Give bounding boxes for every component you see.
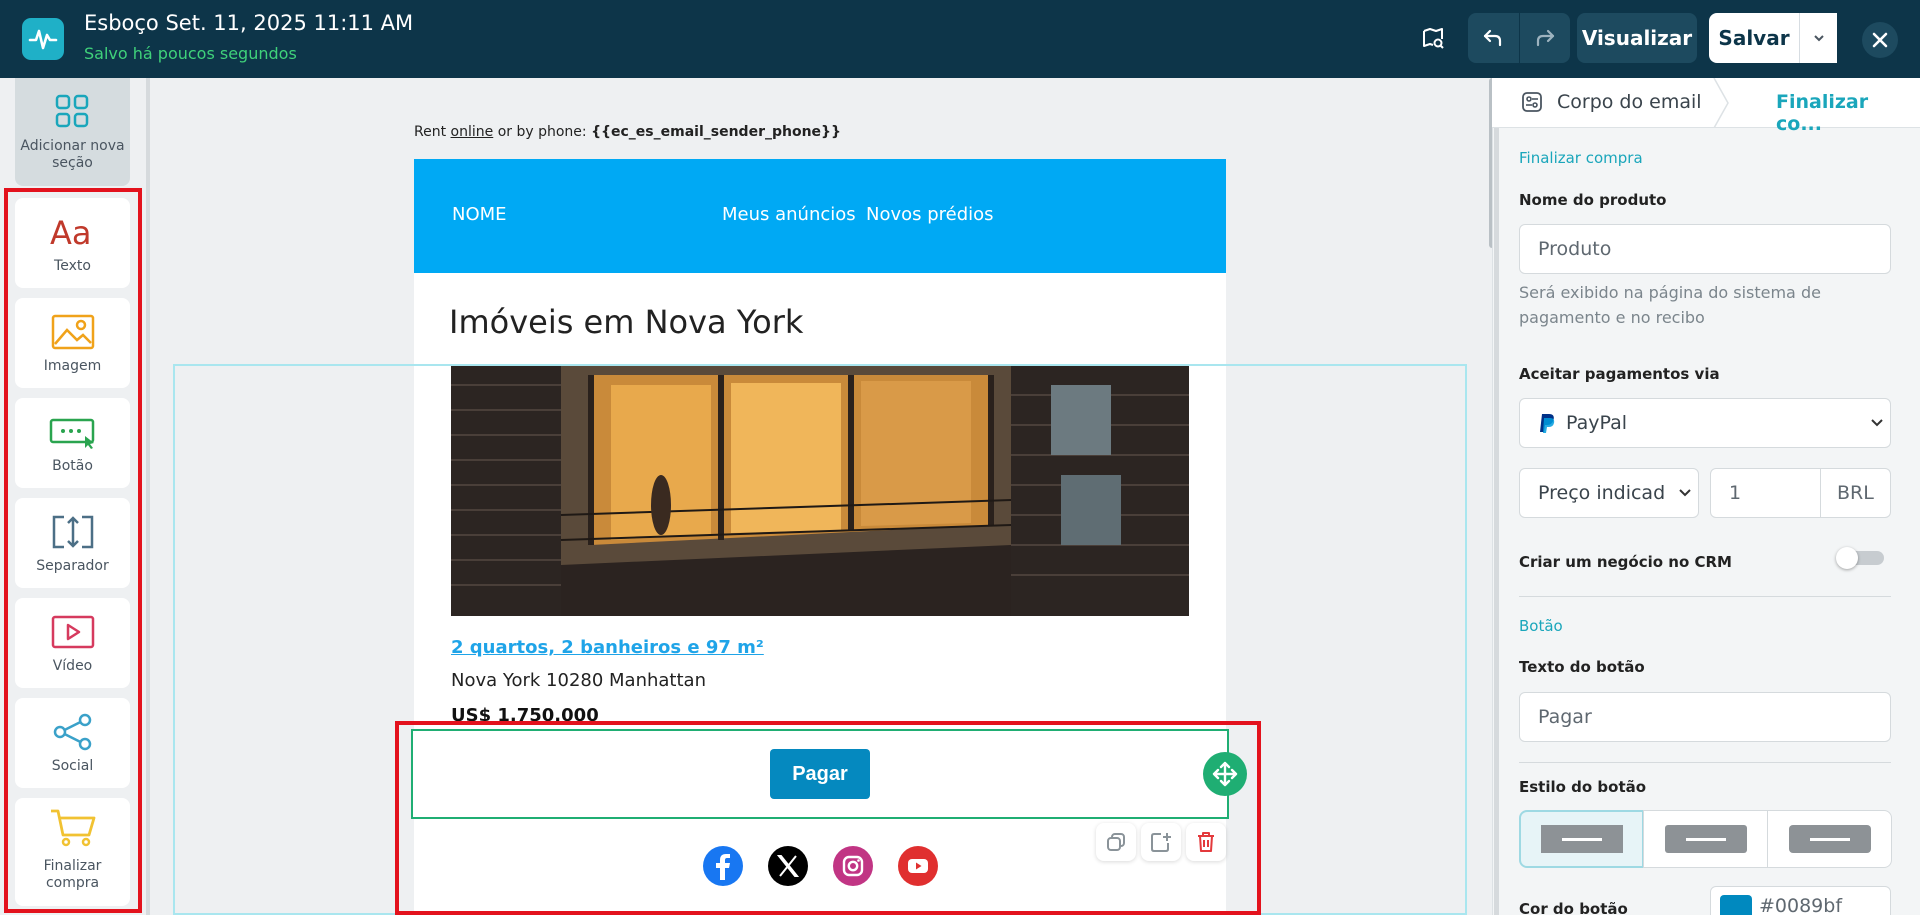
trash-icon [1198,832,1214,852]
button-style-option-pill[interactable] [1767,810,1892,868]
button-color-label: Cor do botão [1519,900,1628,915]
app-logo-icon[interactable] [22,18,64,60]
close-icon [1872,32,1888,48]
youtube-icon[interactable] [898,846,938,886]
online-link[interactable]: online [451,124,494,140]
button-icon [49,418,94,449]
add-section-button[interactable]: Adicionar nova seção [15,78,130,186]
paypal-icon [1540,414,1555,433]
video-icon [51,615,94,649]
preview-button[interactable]: Visualizar [1577,13,1697,63]
button-style-label: Estilo do botão [1519,778,1647,796]
accept-payments-label: Aceitar pagamentos via [1519,365,1720,383]
product-name-hint: Será exibido na página do sistema de pag… [1519,283,1821,327]
redo-button[interactable] [1519,13,1570,63]
settings-sliders-icon [1522,92,1542,112]
cart-icon [50,809,95,847]
duplicate-button[interactable] [1096,823,1136,861]
email-heading[interactable]: Imóveis em Nova York [449,303,803,341]
product-name-label: Nome do produto [1519,191,1667,209]
preheader-text: Rent online or by phone: {{ec_es_email_s… [414,124,841,140]
instagram-icon[interactable] [833,846,873,886]
chevron-down-icon [1871,419,1883,427]
undo-redo-group [1468,13,1570,63]
block-separator[interactable]: Separador [15,498,130,588]
grid-icon [55,94,89,128]
block-social[interactable]: Social [15,698,130,788]
document-title[interactable]: Esboço Set. 11, 2025 11:11 AM [84,11,413,35]
block-button[interactable]: Botão [15,398,130,488]
nav-item-name[interactable]: NOME [452,204,507,225]
button-text-label: Texto do botão [1519,658,1645,676]
copy-icon [1107,833,1125,851]
text-icon: Aa [50,214,92,250]
map-search-button[interactable] [1409,13,1457,63]
block-label: Separador [36,558,109,574]
block-video[interactable]: Vídeo [15,598,130,688]
add-module-icon [1151,833,1171,852]
save-label: Salvar [1718,26,1790,50]
phone-variable: {{ec_es_email_sender_phone}} [591,124,841,140]
nav-item-my-listings[interactable]: Meus anúncios [722,204,856,225]
section-button-title: Botão [1519,617,1563,635]
block-label: Vídeo [52,658,93,674]
tab-checkout[interactable]: Finalizar co... [1776,91,1920,135]
chevron-down-icon [1813,35,1824,42]
crm-deal-toggle[interactable] [1836,547,1886,569]
section-checkout-title: Finalizar compra [1519,149,1643,167]
color-hex-value[interactable]: #0089bf [1759,895,1842,915]
button-style-option-rounded[interactable] [1643,810,1768,868]
svg-text:Aa: Aa [50,214,92,250]
chevron-down-icon [1679,489,1691,497]
panel-scrollbar[interactable] [1494,128,1499,915]
add-section-label: Adicionar nova seção [20,138,125,171]
x-icon[interactable] [768,846,808,886]
save-options-dropdown[interactable] [1799,13,1837,63]
email-nav-bar[interactable]: NOME Meus anúncios Novos prédios [414,159,1226,273]
block-label: Botão [52,458,93,474]
undo-button[interactable] [1468,13,1519,63]
color-swatch[interactable] [1720,895,1752,915]
breadcrumb-chevron-icon [1713,78,1729,128]
button-text-input[interactable]: Pagar [1519,692,1891,742]
checkout-highlight-outline [395,721,1261,915]
tab-email-body[interactable]: Corpo do email [1521,91,1702,113]
block-label: Social [51,758,94,774]
share-icon [53,713,91,751]
button-color-input[interactable]: #0089bf [1710,886,1891,915]
map-search-icon [1423,28,1444,49]
block-checkout[interactable]: Finalizar compra [15,798,130,906]
nav-item-new-buildings[interactable]: Novos prédios [866,204,994,225]
redo-icon [1536,29,1554,47]
undo-icon [1484,29,1502,47]
product-name-input[interactable]: Produto [1519,224,1891,274]
block-image[interactable]: Imagem [15,298,130,388]
separator-icon [52,515,93,549]
crm-deal-label: Criar um negócio no CRM [1519,553,1732,571]
image-icon [51,314,94,350]
delete-button[interactable] [1186,823,1226,861]
panel-divider [1519,596,1891,597]
block-label: Imagem [43,358,102,374]
panel-divider [1519,762,1891,763]
block-label: Texto [54,258,91,274]
close-button[interactable] [1862,22,1898,58]
block-label: Finalizar compra [43,858,102,891]
tab-email-body-label: Corpo do email [1557,91,1702,113]
price-type-select[interactable]: Preço indicad [1519,468,1699,518]
facebook-icon[interactable] [703,846,743,886]
save-module-button[interactable] [1141,823,1181,861]
price-value-input[interactable]: 1 [1710,468,1821,518]
button-style-option-square[interactable] [1519,810,1644,868]
block-text[interactable]: Aa Texto [15,198,130,288]
currency-select[interactable]: BRL [1820,468,1891,518]
payment-method-select[interactable]: PayPal [1519,398,1891,448]
save-status: Salvo há poucos segundos [84,44,297,63]
